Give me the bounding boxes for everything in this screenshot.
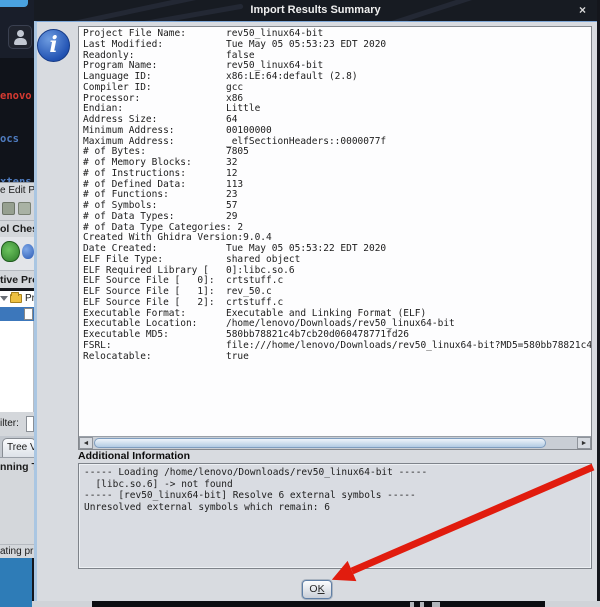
tab-strip: Tree V <box>0 436 34 457</box>
terminal-line: ocs <box>0 133 19 146</box>
screen: enovo ocs xtens enovo icked icked enovo … <box>0 0 600 607</box>
tool-chest-label: ol Ches <box>0 220 34 237</box>
active-project-label: tive Pro <box>0 270 34 288</box>
toolbar-icon[interactable] <box>2 202 15 215</box>
dialog-title-bar[interactable]: Import Results Summary × <box>34 0 597 21</box>
desktop-background <box>0 558 32 607</box>
taskbar-glyph <box>410 602 414 607</box>
terminal-line: enovo <box>0 89 32 102</box>
additional-information-text: ----- Loading /home/lenovo/Downloads/rev… <box>84 467 428 513</box>
filter-input[interactable] <box>26 416 34 432</box>
scroll-right-icon[interactable]: ► <box>577 437 591 449</box>
import-summary-panel[interactable]: Project File Name: rev50_linux64-bit Las… <box>78 26 592 450</box>
bottom-strip <box>32 601 92 607</box>
project-folder-label: Pro <box>25 293 34 304</box>
menu-bar-edit[interactable]: e Edit P <box>0 182 34 197</box>
toolbar-icon[interactable] <box>18 202 31 215</box>
horizontal-scrollbar[interactable]: ◄ ► <box>79 436 591 449</box>
running-tools-panel <box>0 476 34 544</box>
taskbar-glyph <box>420 602 424 607</box>
ok-button[interactable]: OK <box>302 580 332 599</box>
screenshot-user-icon <box>8 25 32 49</box>
scrollbar-thumb[interactable] <box>94 438 546 448</box>
close-icon[interactable]: × <box>579 0 586 21</box>
terminal-line: xtens <box>0 175 34 182</box>
dialog-title: Import Results Summary <box>250 4 381 16</box>
scroll-left-icon[interactable]: ◄ <box>79 437 93 449</box>
project-tree-panel[interactable] <box>0 321 34 412</box>
tool-icon[interactable] <box>22 244 34 259</box>
tab-tree-view[interactable]: Tree V <box>2 438 34 457</box>
filter-row: ilter: <box>0 412 34 436</box>
filter-label: ilter: <box>0 418 19 429</box>
additional-information-label: Additional Information <box>78 450 190 462</box>
background-blue-tab <box>0 0 28 7</box>
status-bar: ating pr <box>0 544 34 558</box>
bottom-taskbar <box>92 601 545 607</box>
folder-icon <box>10 292 22 303</box>
project-toolbar <box>0 197 34 220</box>
info-icon: i <box>37 29 70 62</box>
expander-icon[interactable] <box>0 296 8 301</box>
tool-chest-icons <box>0 237 34 270</box>
background-terminal: enovo ocs xtens enovo icked icked enovo <box>0 58 34 182</box>
taskbar-glyph <box>432 602 440 607</box>
project-folder-row[interactable]: Pro <box>0 291 34 307</box>
bottom-strip <box>545 601 600 607</box>
selected-file-row[interactable] <box>0 307 34 321</box>
running-tools-label: nning T <box>0 457 34 476</box>
person-icon <box>17 30 24 37</box>
file-icon <box>24 308 33 320</box>
import-summary-text: Project File Name: rev50_linux64-bit Las… <box>83 28 592 362</box>
ghidra-dragon-icon[interactable] <box>1 241 20 262</box>
additional-information-box[interactable]: ----- Loading /home/lenovo/Downloads/rev… <box>78 463 592 569</box>
